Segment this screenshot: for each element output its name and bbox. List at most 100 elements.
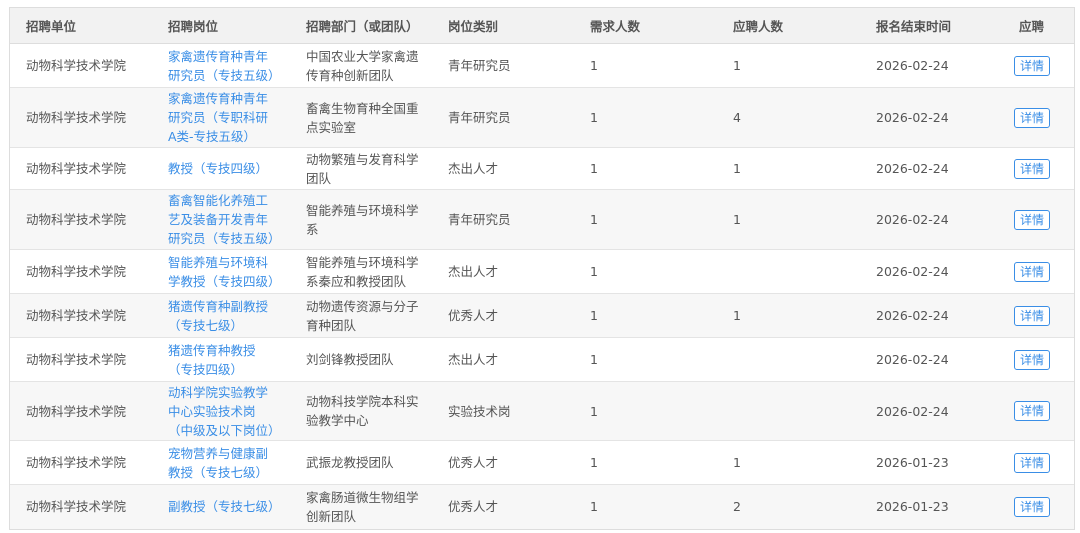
- position-link[interactable]: 猪遗传育种教授（专技四级）: [152, 337, 290, 382]
- details-button[interactable]: 详情: [1014, 107, 1051, 128]
- applicants-count: 2: [717, 484, 860, 529]
- position-link[interactable]: 宠物营养与健康副教授（专技七级）: [152, 440, 290, 485]
- category-cell: 实验技术岗: [432, 381, 574, 441]
- action-cell: 详情: [1003, 337, 1074, 382]
- deadline-cell: 2026-01-23: [860, 484, 1003, 529]
- deadline-cell: 2026-02-24: [860, 147, 1003, 190]
- header-position: 招聘岗位: [152, 7, 290, 44]
- needed-count: 1: [574, 43, 717, 88]
- action-cell: 详情: [1003, 87, 1074, 148]
- unit-cell: 动物科学技术学院: [10, 293, 152, 338]
- position-link[interactable]: 畜禽智能化养殖工艺及装备开发青年研究员（专技五级）: [152, 189, 290, 250]
- unit-cell: 动物科学技术学院: [10, 249, 152, 294]
- action-cell: 详情: [1003, 249, 1074, 294]
- department-cell: 中国农业大学家禽遗传育种创新团队: [290, 43, 432, 88]
- position-link[interactable]: 动科学院实验教学中心实验技术岗（中级及以下岗位）: [152, 381, 290, 441]
- unit-cell: 动物科学技术学院: [10, 440, 152, 485]
- details-button[interactable]: 详情: [1014, 496, 1051, 517]
- unit-cell: 动物科学技术学院: [10, 337, 152, 382]
- category-cell: 杰出人才: [432, 249, 574, 294]
- needed-count: 1: [574, 249, 717, 294]
- department-cell: 刘剑锋教授团队: [290, 337, 432, 382]
- needed-count: 1: [574, 87, 717, 148]
- needed-count: 1: [574, 189, 717, 250]
- unit-cell: 动物科学技术学院: [10, 147, 152, 190]
- details-button[interactable]: 详情: [1014, 261, 1051, 282]
- action-cell: 详情: [1003, 147, 1074, 190]
- applicants-count: 1: [717, 440, 860, 485]
- table-row: 动物科学技术学院 家禽遗传育种青年研究员（专职科研A类-专技五级） 畜禽生物育种全国…: [10, 87, 1074, 148]
- unit-cell: 动物科学技术学院: [10, 381, 152, 441]
- recruitment-table: 招聘单位 招聘岗位 招聘部门（或团队） 岗位类别 需求人数 应聘人数 报名结束时间 应聘 动物…: [10, 7, 1074, 529]
- category-cell: 杰出人才: [432, 147, 574, 190]
- applicants-count: 1: [717, 189, 860, 250]
- needed-count: 1: [574, 337, 717, 382]
- department-cell: 智能养殖与环境科学系秦应和教授团队: [290, 249, 432, 294]
- department-cell: 畜禽生物育种全国重点实验室: [290, 87, 432, 148]
- deadline-cell: 2026-01-23: [860, 440, 1003, 485]
- table-row: 动物科学技术学院 教授（专技四级） 动物繁殖与发育科学团队 杰出人才 1 1 2026-02…: [10, 147, 1074, 190]
- unit-cell: 动物科学技术学院: [10, 43, 152, 88]
- applicants-count: [717, 249, 860, 294]
- details-button[interactable]: 详情: [1014, 349, 1051, 370]
- deadline-cell: 2026-02-24: [860, 381, 1003, 441]
- table-row: 动物科学技术学院 猪遗传育种教授（专技四级） 刘剑锋教授团队 杰出人才 1 2026-02…: [10, 337, 1074, 382]
- recruitment-table-container: 招聘单位 招聘岗位 招聘部门（或团队） 岗位类别 需求人数 应聘人数 报名结束时间 应聘 动物…: [9, 7, 1075, 530]
- position-link[interactable]: 智能养殖与环境科学教授（专技四级）: [152, 249, 290, 294]
- department-cell: 武振龙教授团队: [290, 440, 432, 485]
- applicants-count: 4: [717, 87, 860, 148]
- action-cell: 详情: [1003, 189, 1074, 250]
- position-link[interactable]: 猪遗传育种副教授（专技七级）: [152, 293, 290, 338]
- details-button[interactable]: 详情: [1014, 401, 1051, 421]
- applicants-count: [717, 337, 860, 382]
- table-row: 动物科学技术学院 家禽遗传育种青年研究员（专技五级） 中国农业大学家禽遗传育种创新团…: [10, 43, 1074, 88]
- action-cell: 详情: [1003, 381, 1074, 441]
- category-cell: 优秀人才: [432, 484, 574, 529]
- header-unit: 招聘单位: [10, 7, 152, 44]
- department-cell: 动物科技学院本科实验教学中心: [290, 381, 432, 441]
- department-cell: 智能养殖与环境科学系: [290, 189, 432, 250]
- department-cell: 家禽肠道微生物组学创新团队: [290, 484, 432, 529]
- table-header: 招聘单位 招聘岗位 招聘部门（或团队） 岗位类别 需求人数 应聘人数 报名结束时间 应聘: [10, 7, 1074, 44]
- unit-cell: 动物科学技术学院: [10, 189, 152, 250]
- action-cell: 详情: [1003, 293, 1074, 338]
- position-link[interactable]: 家禽遗传育种青年研究员（专职科研A类-专技五级）: [152, 87, 290, 148]
- needed-count: 1: [574, 381, 717, 441]
- applicants-count: 1: [717, 293, 860, 338]
- details-button[interactable]: 详情: [1014, 452, 1051, 473]
- category-cell: 青年研究员: [432, 43, 574, 88]
- action-cell: 详情: [1003, 440, 1074, 485]
- unit-cell: 动物科学技术学院: [10, 87, 152, 148]
- unit-cell: 动物科学技术学院: [10, 484, 152, 529]
- header-applicants: 应聘人数: [717, 7, 860, 44]
- applicants-count: 1: [717, 147, 860, 190]
- action-cell: 详情: [1003, 484, 1074, 529]
- table-row: 动物科学技术学院 畜禽智能化养殖工艺及装备开发青年研究员（专技五级） 智能养殖与环境…: [10, 189, 1074, 250]
- applicants-count: [717, 381, 860, 441]
- table-row: 动物科学技术学院 副教授（专技七级） 家禽肠道微生物组学创新团队 优秀人才 1 2 2026…: [10, 484, 1074, 529]
- header-action: 应聘: [1003, 7, 1074, 44]
- needed-count: 1: [574, 440, 717, 485]
- position-link[interactable]: 副教授（专技七级）: [152, 484, 290, 529]
- table-row: 动物科学技术学院 宠物营养与健康副教授（专技七级） 武振龙教授团队 优秀人才 1 1 202…: [10, 440, 1074, 485]
- deadline-cell: 2026-02-24: [860, 43, 1003, 88]
- deadline-cell: 2026-02-24: [860, 293, 1003, 338]
- table-body: 动物科学技术学院 家禽遗传育种青年研究员（专技五级） 中国农业大学家禽遗传育种创新团…: [10, 43, 1074, 529]
- department-cell: 动物繁殖与发育科学团队: [290, 147, 432, 190]
- category-cell: 优秀人才: [432, 440, 574, 485]
- applicants-count: 1: [717, 43, 860, 88]
- needed-count: 1: [574, 147, 717, 190]
- details-button[interactable]: 详情: [1014, 55, 1051, 76]
- deadline-cell: 2026-02-24: [860, 189, 1003, 250]
- details-button[interactable]: 详情: [1014, 209, 1051, 230]
- header-deadline: 报名结束时间: [860, 7, 1003, 44]
- table-row: 动物科学技术学院 动科学院实验教学中心实验技术岗（中级及以下岗位） 动物科技学院本科…: [10, 381, 1074, 441]
- header-category: 岗位类别: [432, 7, 574, 44]
- deadline-cell: 2026-02-24: [860, 337, 1003, 382]
- position-link[interactable]: 家禽遗传育种青年研究员（专技五级）: [152, 43, 290, 88]
- details-button[interactable]: 详情: [1014, 305, 1051, 326]
- position-link[interactable]: 教授（专技四级）: [152, 147, 290, 190]
- details-button[interactable]: 详情: [1014, 158, 1051, 179]
- table-row: 动物科学技术学院 猪遗传育种副教授（专技七级） 动物遗传资源与分子育种团队 优秀人才 1…: [10, 293, 1074, 338]
- deadline-cell: 2026-02-24: [860, 249, 1003, 294]
